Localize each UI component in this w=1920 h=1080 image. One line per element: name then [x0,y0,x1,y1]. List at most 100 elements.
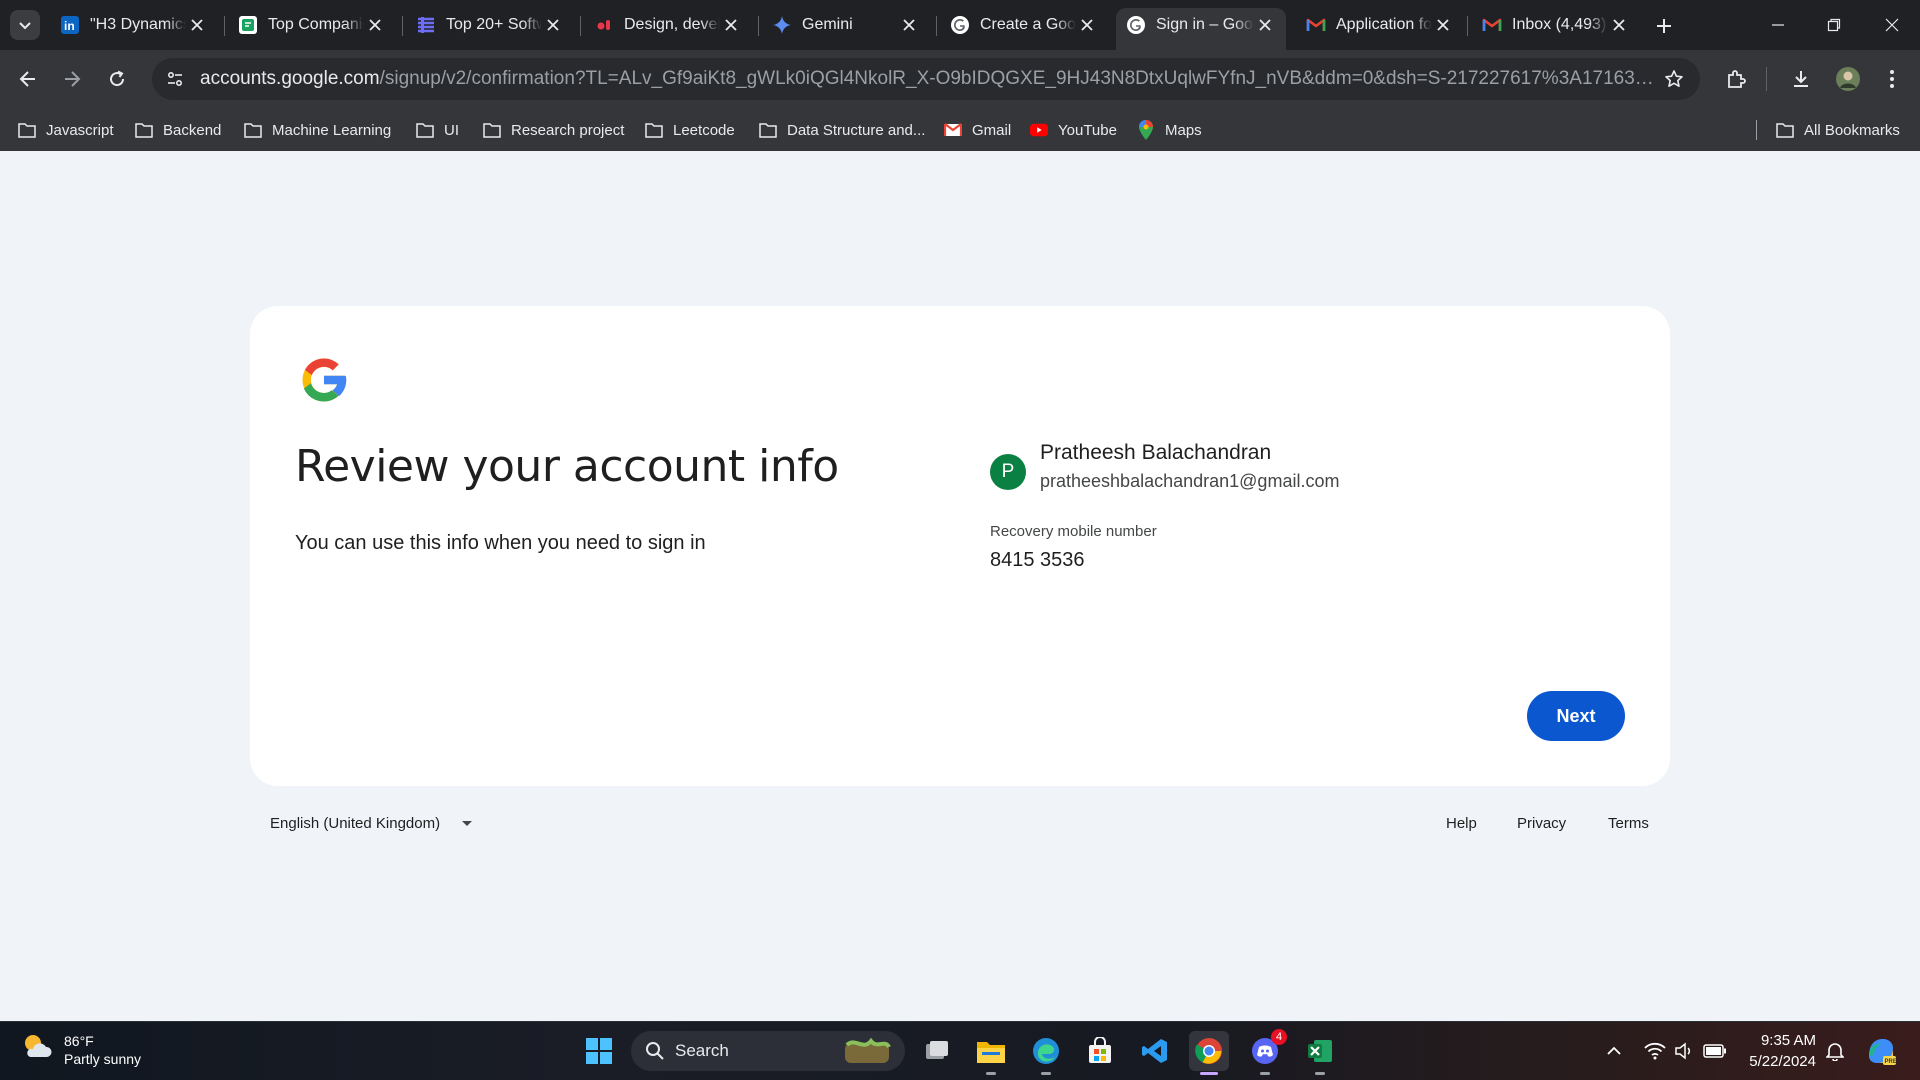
extensions-button[interactable] [1720,63,1752,95]
restore-button[interactable] [1806,0,1862,50]
reload-icon [110,70,125,87]
chevron-down-icon [19,22,31,30]
tab-title: Design, develop [624,16,720,33]
tab-top-companies[interactable]: Top Companies [228,8,396,42]
account-review-card: Review your account info You can use thi… [250,306,1670,786]
bookmark-label: Leetcode [673,121,735,139]
next-button[interactable]: Next [1527,691,1625,741]
wifi-button[interactable] [1642,1038,1668,1064]
language-label: English (United Kingdom) [270,815,441,832]
close-icon[interactable] [364,14,386,36]
close-icon[interactable] [1076,14,1098,36]
partly-sunny-icon [20,1030,54,1069]
tab-design-develop[interactable]: Design, develop [584,8,752,42]
running-indicator [1041,1072,1051,1075]
arrow-left-icon [19,71,35,87]
url-text[interactable]: accounts.google.com/signup/v2/confirmati… [200,68,1656,90]
minimize-button[interactable] [1750,0,1806,50]
start-button[interactable] [579,1031,619,1071]
reload-button[interactable] [101,63,133,95]
copilot-button[interactable]: PRE [1864,1034,1898,1068]
site-info-icon[interactable] [158,62,192,96]
close-icon[interactable] [1608,14,1630,36]
downloads-button[interactable] [1785,63,1817,95]
task-view-button[interactable] [917,1031,957,1071]
copilot-icon: PRE [1869,1039,1897,1065]
tab-create-google-account[interactable]: Create a Google Account [940,8,1108,42]
tab-gemini[interactable]: Gemini [762,8,930,42]
recovery-phone-label: Recovery mobile number [990,523,1157,540]
bookmark-gmail[interactable]: Gmail [944,117,1011,143]
edge-button[interactable] [1026,1031,1066,1075]
svg-text:PRE: PRE [1885,1059,1897,1065]
chevron-up-icon [1607,1046,1621,1055]
tab-h3-dynamics[interactable]: in "H3 Dynamics [50,8,218,42]
bookmark-machine-learning[interactable]: Machine Learning [244,117,391,143]
toolbar-divider [1766,67,1767,91]
close-icon[interactable] [720,14,742,36]
account-email: pratheeshbalachandran1@gmail.com [1040,471,1340,491]
close-icon[interactable] [542,14,564,36]
excel-button[interactable] [1300,1031,1340,1075]
bookmark-maps[interactable]: Maps [1137,117,1202,143]
bookmark-research-project[interactable]: Research project [483,117,624,143]
all-bookmarks-button[interactable]: All Bookmarks [1776,117,1900,143]
bookmark-star-icon[interactable] [1656,61,1692,97]
page-subtitle: You can use this info when you need to s… [295,532,706,554]
tab-application[interactable]: Application for [1296,8,1464,42]
forward-button[interactable] [56,63,88,95]
help-link[interactable]: Help [1446,815,1477,832]
clock[interactable]: 9:35 AM 5/22/2024 [1740,1030,1816,1072]
bookmark-javascript[interactable]: Javascript [18,117,114,143]
tab-sign-in-google[interactable]: Sign in – Google Accounts [1116,8,1286,50]
folder-icon [645,121,663,139]
clock-time: 9:35 AM [1760,1032,1816,1049]
language-selector[interactable]: English (United Kingdom) [270,815,473,832]
plus-icon [1657,19,1671,33]
profile-button[interactable] [1832,63,1864,95]
bookmark-ui[interactable]: UI [416,117,459,143]
privacy-link[interactable]: Privacy [1517,815,1566,832]
running-indicator [1260,1072,1270,1075]
discord-button[interactable]: 4 [1245,1029,1287,1075]
close-icon[interactable] [1432,14,1454,36]
new-tab-button[interactable] [1650,12,1678,40]
vscode-button[interactable] [1135,1031,1175,1071]
folder-icon [1776,121,1794,139]
bookmark-label: Machine Learning [272,121,392,139]
notifications-button[interactable] [1822,1038,1848,1064]
browser-menu-button[interactable] [1876,63,1908,95]
maps-icon [1137,120,1155,140]
file-explorer-button[interactable] [971,1031,1011,1075]
avatar-icon [1836,67,1860,91]
bookmark-data-structure[interactable]: Data Structure and... [759,117,925,143]
tab-search-button[interactable] [10,10,40,40]
volume-button[interactable] [1671,1038,1697,1064]
folder-icon [18,121,36,139]
windows-taskbar: 86°F Partly sunny Search 4 9:35 AM 5/22/… [0,1021,1920,1080]
bookmark-leetcode[interactable]: Leetcode [645,117,735,143]
weather-widget[interactable]: 86°F Partly sunny [20,1030,141,1069]
close-window-button[interactable] [1864,0,1920,50]
taskbar-search[interactable]: Search [631,1031,905,1071]
url-host: accounts.google.com [200,68,380,89]
caret-down-icon [462,821,473,826]
tab-inbox[interactable]: Inbox (4,493) [1472,8,1640,42]
bookmark-backend[interactable]: Backend [135,117,221,143]
close-icon[interactable] [1254,14,1276,36]
show-hidden-icons-button[interactable] [1601,1038,1627,1064]
close-icon[interactable] [898,14,920,36]
store-button[interactable] [1080,1031,1120,1071]
red-site-icon [594,15,614,35]
address-bar[interactable]: accounts.google.com/signup/v2/confirmati… [152,58,1700,100]
bookmark-youtube[interactable]: YouTube [1030,117,1117,143]
microsoft-store-icon [1089,1037,1111,1063]
back-button[interactable] [12,63,44,95]
bookmark-label: Javascript [46,121,114,139]
terms-link[interactable]: Terms [1608,815,1649,832]
tab-separator [758,16,759,36]
close-icon[interactable] [186,14,208,36]
tab-top-20-software[interactable]: Top 20+ Software [406,8,574,42]
chrome-button[interactable] [1189,1031,1229,1075]
battery-button[interactable] [1702,1038,1728,1064]
